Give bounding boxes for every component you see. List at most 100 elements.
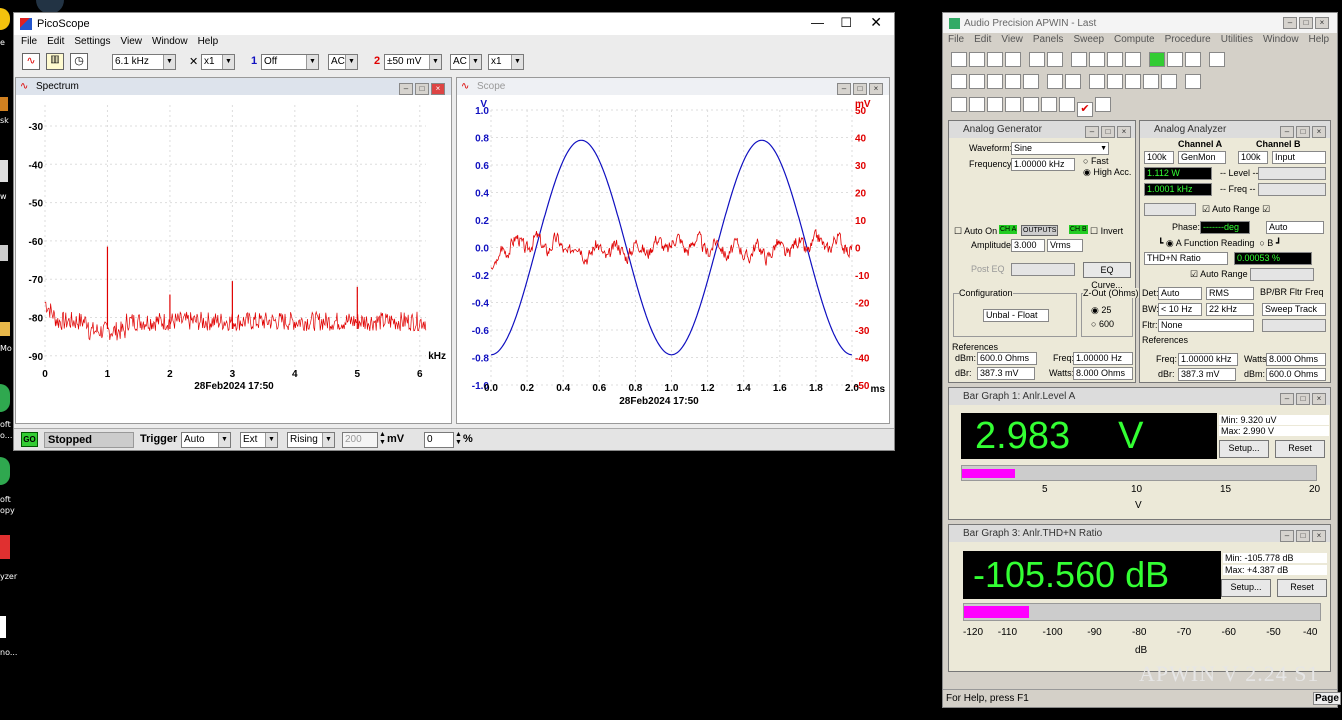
sequence-icon[interactable]	[1185, 74, 1201, 89]
trigger-source-select[interactable]: Ext ▼	[240, 432, 278, 448]
dbm-input[interactable]: 600.0 Ohms	[1266, 368, 1326, 381]
menu-help[interactable]: Help	[193, 36, 224, 51]
graph-icon[interactable]	[1185, 52, 1201, 67]
trigger-level-input[interactable]: 200	[342, 432, 378, 448]
file-icon[interactable]	[0, 616, 6, 638]
close-button[interactable]: ✕	[870, 14, 882, 31]
print-icon[interactable]	[1029, 52, 1045, 67]
freq-ref-input[interactable]: 1.00000 Hz	[1073, 352, 1133, 365]
x-multiplier-select[interactable]: x1 ▼	[201, 54, 235, 70]
panel-6-icon[interactable]	[1041, 97, 1057, 112]
list-icon[interactable]	[1095, 97, 1111, 112]
channel-1-coupling-select[interactable]: AC ▼	[328, 54, 358, 70]
channel-a-range-select[interactable]: 100k	[1144, 151, 1174, 164]
waveform-select[interactable]: Sine ▼	[1011, 142, 1109, 155]
menu-settings[interactable]: Settings	[69, 36, 115, 51]
panel-7-icon[interactable]	[1059, 97, 1075, 112]
pretrigger-input[interactable]: 0	[424, 432, 454, 448]
watts-input[interactable]: 8.000 Ohms	[1073, 367, 1133, 380]
frequency-input[interactable]: 1.00000 kHz	[1011, 158, 1075, 171]
setup-button[interactable]: Setup...	[1219, 440, 1269, 458]
channel-b-range-select[interactable]: 100k	[1238, 151, 1268, 164]
channel-2-multiplier-select[interactable]: x1 ▼	[488, 54, 524, 70]
chrome-icon[interactable]	[0, 8, 10, 30]
maximize-button[interactable]: □	[1296, 393, 1310, 405]
dbr-input[interactable]: 387.3 mV	[977, 367, 1035, 380]
save-all-icon[interactable]	[1005, 52, 1021, 67]
menu-file[interactable]: File	[16, 36, 42, 51]
minimize-button[interactable]: –	[399, 83, 413, 95]
minimize-button[interactable]: —	[811, 15, 824, 30]
table-icon[interactable]	[1125, 74, 1141, 89]
spin-icon[interactable]: ▲ ▼	[455, 431, 462, 447]
run-icon[interactable]	[1149, 52, 1165, 67]
close-button[interactable]: ×	[1117, 126, 1131, 138]
menu-panels[interactable]: Panels	[1028, 34, 1069, 48]
menu-window[interactable]: Window	[1258, 34, 1304, 48]
app-icon[interactable]	[0, 457, 10, 485]
close-button[interactable]: ×	[1312, 530, 1326, 542]
reset-button[interactable]: Reset	[1277, 579, 1327, 597]
close-button[interactable]: ×	[431, 83, 445, 95]
menu-file[interactable]: File	[943, 34, 969, 48]
open-icon[interactable]	[969, 52, 985, 67]
app-icon[interactable]	[0, 535, 10, 559]
analyzer-icon[interactable]	[969, 74, 985, 89]
auto-range-checkbox[interactable]: ☑ Auto Range ☑	[1202, 204, 1270, 215]
channel-a-input-select[interactable]: GenMon	[1178, 151, 1226, 164]
app-icon[interactable]	[0, 384, 10, 412]
post-eq-select[interactable]	[1011, 263, 1075, 276]
invert-checkbox[interactable]: ☐ Invert	[1090, 226, 1123, 237]
stop-icon[interactable]	[1167, 52, 1183, 67]
list-icon[interactable]	[1143, 74, 1159, 89]
scope-mode-icon[interactable]: ▥	[46, 53, 64, 70]
go-button[interactable]: GO	[21, 432, 38, 447]
settings-icon[interactable]	[1209, 52, 1225, 67]
maximize-button[interactable]: □	[1299, 17, 1313, 29]
panel-1-icon[interactable]	[951, 97, 967, 112]
radio-high-acc[interactable]: ◉ High Acc.	[1083, 167, 1131, 178]
minimize-button[interactable]: –	[1280, 530, 1294, 542]
minimize-button[interactable]: –	[1280, 126, 1294, 138]
panel-4-icon[interactable]	[1005, 97, 1021, 112]
menu-view[interactable]: View	[996, 34, 1028, 48]
outputs-button[interactable]: OUTPUTS	[1021, 225, 1059, 236]
menu-utilities[interactable]: Utilities	[1216, 34, 1258, 48]
bar-graph-icon[interactable]	[1089, 74, 1105, 89]
trigger-edge-select[interactable]: Rising ▼	[287, 432, 335, 448]
reset-button[interactable]: Reset	[1275, 440, 1325, 458]
auto-range-2-checkbox[interactable]: ☑ Auto Range	[1190, 269, 1248, 280]
sweep-track-select[interactable]: Sweep Track	[1262, 303, 1326, 316]
function-range-select[interactable]	[1250, 268, 1314, 281]
maximize-button[interactable]: □	[1101, 126, 1115, 138]
cha-output-button[interactable]: CH A	[999, 225, 1018, 234]
spectrum-mode-icon[interactable]: ∿	[22, 53, 40, 70]
chb-output-button[interactable]: CH B	[1069, 225, 1088, 234]
zoom-x-icon[interactable]: ✕	[189, 55, 198, 68]
menu-compute[interactable]: Compute	[1109, 34, 1160, 48]
menu-view[interactable]: View	[116, 36, 148, 51]
meter-icon[interactable]: ◷	[70, 53, 88, 70]
range-select[interactable]	[1144, 203, 1196, 216]
dsp-icon[interactable]	[1023, 74, 1039, 89]
amplitude-input[interactable]: 3.000	[1011, 239, 1045, 252]
minimize-button[interactable]: –	[1283, 17, 1297, 29]
radio-z25[interactable]: ◉ 25	[1091, 305, 1111, 316]
menu-edit[interactable]: Edit	[969, 34, 996, 48]
panel-2-icon[interactable]	[969, 97, 985, 112]
save-icon[interactable]	[987, 52, 1003, 67]
sweep-icon[interactable]	[1065, 74, 1081, 89]
file-icon[interactable]	[0, 160, 8, 182]
spin-icon[interactable]: ▲ ▼	[379, 431, 386, 447]
switcher-icon[interactable]	[987, 74, 1003, 89]
check-icon[interactable]: ✔	[1077, 102, 1093, 117]
phase-mode-select[interactable]: Auto	[1266, 221, 1324, 234]
amplitude-unit-select[interactable]: Vrms	[1047, 239, 1083, 252]
fltr-select[interactable]: None	[1158, 319, 1254, 332]
function-select[interactable]: THD+N Ratio	[1144, 252, 1228, 265]
menu-sweep[interactable]: Sweep	[1068, 34, 1109, 48]
maximize-button[interactable]: □	[1296, 530, 1310, 542]
bw-low-select[interactable]: < 10 Hz	[1158, 303, 1202, 316]
auto-on-checkbox[interactable]: ☐ Auto On	[954, 226, 997, 237]
page-tab[interactable]: Page	[1313, 692, 1341, 705]
